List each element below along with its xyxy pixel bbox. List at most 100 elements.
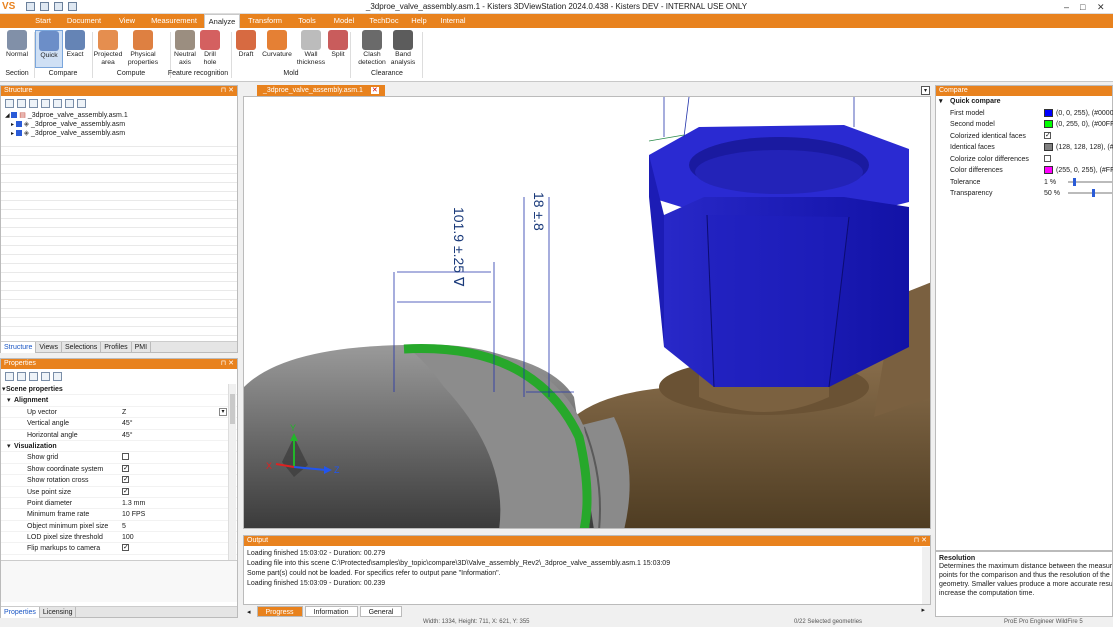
ribbon-button-physical-properties[interactable]: Physical properties xyxy=(125,30,161,67)
tree-item[interactable]: ▸ ◈ _3dproe_valve_assembly.asm xyxy=(5,129,237,138)
properties-scrollbar[interactable] xyxy=(228,384,236,560)
tree-item[interactable]: ▸ ◈ _3dproe_valve_assembly.asm xyxy=(5,120,237,129)
prop-sort-icon[interactable] xyxy=(29,372,38,381)
compare-colorized-identical-faces[interactable]: Colorized identical faces xyxy=(936,130,1112,143)
tab-general[interactable]: General xyxy=(359,606,403,617)
ribbon-button-neutral-axis[interactable]: Neutral axis xyxy=(170,30,200,67)
menu-tools[interactable]: Tools xyxy=(290,14,324,28)
compare-transparency[interactable]: Transparency 50 % xyxy=(936,188,1113,200)
minimize-icon[interactable]: – xyxy=(1064,2,1069,12)
compare-first-model[interactable]: First model (0, 0, 255), (#0000FF) xyxy=(936,108,1113,120)
expand-all-icon[interactable] xyxy=(5,99,14,108)
menu-transform[interactable]: Transform xyxy=(242,14,288,28)
property-checkbox[interactable] xyxy=(122,542,129,554)
collapse-icon[interactable]: ▾ xyxy=(939,96,943,108)
prop-expand-icon[interactable] xyxy=(5,372,14,381)
property-value[interactable]: 5 xyxy=(122,521,126,532)
tab-views[interactable]: Views xyxy=(36,342,62,353)
property-value[interactable]: 10 FPS xyxy=(122,509,145,520)
tree-item[interactable]: ◢ ▤ _3dproe_valve_assembly.asm.1 xyxy=(5,111,237,120)
menu-analyze[interactable]: Analyze xyxy=(204,14,240,28)
ribbon-button-curvature[interactable]: Curvature xyxy=(260,30,294,59)
color-swatch[interactable] xyxy=(1044,120,1053,129)
slider-track[interactable] xyxy=(1068,177,1113,186)
compare-value[interactable]: (128, 128, 128), (#808080) xyxy=(1044,142,1113,154)
compare-color-differences[interactable]: Color differences (255, 0, 255), (#FF00FF… xyxy=(936,165,1113,177)
property-lod-pixel-size-threshold[interactable]: LOD pixel size threshold 100 xyxy=(1,532,237,544)
dropdown-chevron-icon[interactable]: ▾ xyxy=(219,407,227,416)
property-show-rotation-cross[interactable]: Show rotation cross xyxy=(1,474,237,487)
ribbon-button-drill-hole[interactable]: Drill hole xyxy=(198,30,222,67)
tab-pmi[interactable]: PMI xyxy=(132,342,152,353)
3d-viewport[interactable]: 101.9 ±.25 ∇ 18 ±.8 X Y Z xyxy=(243,96,931,529)
output-close-icon[interactable]: ⊓ ✕ xyxy=(914,536,927,546)
scroll-left-icon[interactable]: ◂ xyxy=(247,608,251,616)
scroll-right-icon[interactable]: ▸ xyxy=(921,606,925,614)
menu-help[interactable]: Help xyxy=(406,14,432,28)
property-minimum-frame-rate[interactable]: Minimum frame rate 10 FPS xyxy=(1,509,237,521)
color-swatch[interactable] xyxy=(1044,108,1053,117)
compare-value[interactable] xyxy=(1044,154,1051,166)
output-scrollbar[interactable] xyxy=(922,547,930,604)
tab-structure[interactable]: Structure xyxy=(1,342,37,353)
compare-value[interactable]: (0, 255, 0), (#00FF00) xyxy=(1044,119,1113,131)
visibility-checkbox[interactable] xyxy=(15,130,22,137)
quick-compare-category[interactable]: ▾ Quick compare xyxy=(936,96,1112,108)
compare-value[interactable]: (0, 0, 255), (#0000FF) xyxy=(1044,108,1113,120)
search-tree-icon[interactable] xyxy=(65,99,74,108)
scene-properties-category[interactable]: ▾ Scene properties xyxy=(1,384,237,396)
menu-start[interactable]: Start xyxy=(28,14,58,28)
ribbon-button-quick[interactable]: Quick xyxy=(35,30,63,68)
tab-progress[interactable]: Progress xyxy=(256,606,303,617)
tab-properties[interactable]: Properties xyxy=(1,607,40,618)
properties-close-icon[interactable]: ⊓ ✕ xyxy=(221,359,234,369)
collapse-icon[interactable]: ▾ xyxy=(2,384,6,395)
property-horizontal-angle[interactable]: Horizontal angle 45° xyxy=(1,430,237,441)
property-show-coordinate-system[interactable]: Show coordinate system xyxy=(1,463,237,476)
ribbon-button-normal[interactable]: Normal xyxy=(3,30,31,59)
property-value[interactable]: 45° xyxy=(122,430,133,441)
compare-value[interactable]: 50 % xyxy=(1044,188,1113,200)
property-checkbox[interactable] xyxy=(122,486,129,498)
property-object-minimum-pixel-size[interactable]: Object minimum pixel size 5 xyxy=(1,521,237,533)
document-tab[interactable]: _3dproe_valve_assembly.asm.1 ✕ xyxy=(257,85,385,96)
property-value[interactable]: 45° xyxy=(122,418,133,429)
document-tab-close-icon[interactable]: ✕ xyxy=(370,87,379,94)
property-use-point-size[interactable]: Use point size xyxy=(1,486,237,498)
compare-tolerance[interactable]: Tolerance 1 % xyxy=(936,177,1113,189)
property-vertical-angle[interactable]: Vertical angle 45° xyxy=(1,418,237,430)
ribbon-button-split[interactable]: Split xyxy=(327,30,349,59)
slider-thumb[interactable] xyxy=(1092,189,1095,198)
color-swatch[interactable] xyxy=(1044,143,1053,152)
tab-selections[interactable]: Selections xyxy=(62,342,102,353)
menu-internal[interactable]: Internal xyxy=(434,14,472,28)
compare-colorize-color-differences[interactable]: Colorize color differences xyxy=(936,154,1112,166)
property-up-vector[interactable]: Up vector Z ▾ xyxy=(1,407,237,419)
ribbon-button-draft[interactable]: Draft xyxy=(234,30,258,59)
ribbon-button-band-analysis[interactable]: Band analysis xyxy=(389,30,417,67)
tab-profiles[interactable]: Profiles xyxy=(101,342,132,353)
collapse-icon[interactable]: ▾ xyxy=(7,441,11,452)
property-point-diameter[interactable]: Point diameter 1.3 mm xyxy=(1,498,237,510)
expand-icon[interactable] xyxy=(29,99,38,108)
compare-identical-faces[interactable]: Identical faces (128, 128, 128), (#808080… xyxy=(936,142,1113,154)
property-show-grid[interactable]: Show grid xyxy=(1,452,237,464)
model-render[interactable]: 101.9 ±.25 ∇ 18 ±.8 X Y Z xyxy=(244,97,931,529)
visibility-checkbox[interactable] xyxy=(11,112,18,119)
collapse-icon[interactable]: ▾ xyxy=(7,395,11,406)
maximize-icon[interactable]: □ xyxy=(1080,2,1085,12)
prop-category-icon[interactable] xyxy=(41,372,50,381)
menu-document[interactable]: Document xyxy=(60,14,108,28)
visibility-checkbox[interactable] xyxy=(15,121,22,128)
tab-information[interactable]: Information xyxy=(304,606,358,617)
ribbon-button-exact[interactable]: Exact xyxy=(62,30,88,59)
collapse-icon[interactable] xyxy=(41,99,50,108)
close-icon[interactable]: ✕ xyxy=(1097,2,1105,13)
structure-close-icon[interactable]: ⊓ ✕ xyxy=(221,86,234,96)
color-swatch[interactable] xyxy=(1044,166,1053,175)
ribbon-button-clash-detection[interactable]: Clash detection xyxy=(355,30,389,67)
tab-licensing[interactable]: Licensing xyxy=(40,607,77,618)
hex-nut-first-model[interactable] xyxy=(649,125,909,388)
ribbon-button-wall-thickness[interactable]: Wall thickness xyxy=(296,30,326,67)
menu-model[interactable]: Model xyxy=(326,14,362,28)
